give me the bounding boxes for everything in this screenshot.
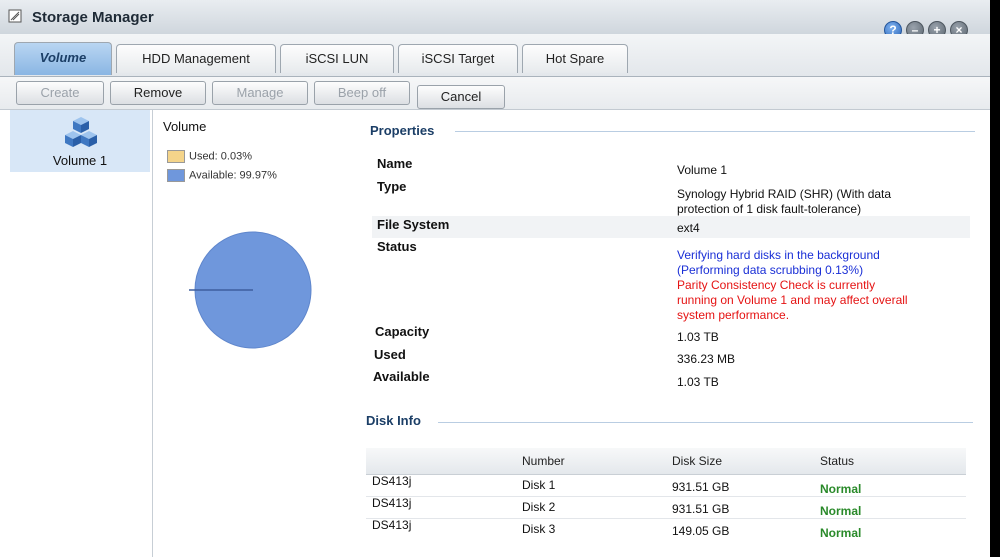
- sidebar-item-volume-1[interactable]: Volume 1: [10, 110, 150, 172]
- file-system-label: File System: [377, 217, 450, 232]
- disk-status: Normal: [820, 526, 862, 540]
- title-bar[interactable]: Storage Manager ? – + ×: [0, 0, 990, 39]
- disk-size: 149.05 GB: [672, 524, 730, 538]
- tab-iscsi-lun[interactable]: iSCSI LUN: [280, 44, 394, 73]
- used-label: Used: [374, 347, 406, 362]
- used-value: 336.23 MB: [677, 352, 736, 366]
- legend-available-label: Available: 99.97%: [189, 169, 277, 182]
- disk-status: Normal: [820, 504, 862, 518]
- disk-size: 931.51 GB: [672, 480, 730, 494]
- volume-usage-chart: Volume Used: 0.03% Available: 99.97%: [153, 110, 353, 557]
- col-header-disk-size[interactable]: Disk Size: [672, 448, 722, 474]
- disk-model: DS413j: [372, 496, 412, 510]
- status-label: Status: [377, 239, 417, 254]
- name-value: Volume 1: [677, 163, 728, 177]
- volume-cubes-icon: [65, 117, 97, 147]
- tab-iscsi-target[interactable]: iSCSI Target: [398, 44, 518, 73]
- disk-model: DS413j: [372, 474, 412, 488]
- row-divider: [366, 518, 966, 519]
- legend-used: Used: 0.03%: [167, 150, 252, 163]
- storage-manager-app-icon: [8, 9, 22, 23]
- available-value: 1.03 TB: [677, 375, 719, 389]
- usage-pie: [189, 231, 312, 349]
- disk-status: Normal: [820, 482, 862, 496]
- disk-size: 931.51 GB: [672, 502, 730, 516]
- status-verify-line-2: (Performing data scrubbing 0.13%): [677, 263, 864, 277]
- file-system-value: ext4: [677, 221, 700, 235]
- remove-button[interactable]: Remove: [110, 81, 206, 105]
- disk-model: DS413j: [372, 518, 412, 532]
- status-verify-line-1: Verifying hard disks in the background: [677, 248, 880, 262]
- properties-divider: [455, 131, 975, 132]
- legend-used-label: Used: 0.03%: [189, 150, 252, 163]
- tab-volume[interactable]: Volume: [14, 42, 112, 75]
- toolbar: Create Remove Manage Beep off Cancel: [0, 77, 990, 110]
- status-parity-line-2: running on Volume 1 and may affect overa…: [677, 293, 908, 307]
- disk-info-divider: [438, 422, 973, 423]
- status-value: Verifying hard disks in the background (…: [677, 248, 967, 323]
- disk-number: Disk 1: [522, 478, 556, 492]
- type-value: Synology Hybrid RAID (SHR) (With data pr…: [677, 187, 967, 217]
- capacity-label: Capacity: [375, 324, 430, 339]
- type-value-line-2: protection of 1 disk fault-tolerance): [677, 202, 862, 216]
- capacity-value: 1.03 TB: [677, 330, 719, 344]
- window-title: Storage Manager: [32, 9, 154, 26]
- legend-available: Available: 99.97%: [167, 169, 277, 182]
- row-divider: [366, 496, 966, 497]
- type-value-line-1: Synology Hybrid RAID (SHR) (With data: [677, 187, 892, 201]
- legend-available-swatch: [167, 169, 185, 182]
- available-label: Available: [373, 369, 430, 384]
- sidebar-item-label: Volume 1: [52, 153, 108, 168]
- type-label: Type: [377, 179, 407, 194]
- legend-used-swatch: [167, 150, 185, 163]
- tab-hot-spare[interactable]: Hot Spare: [522, 44, 628, 73]
- col-header-number[interactable]: Number: [522, 448, 565, 474]
- tab-hdd-management[interactable]: HDD Management: [116, 44, 276, 73]
- tab-bar: Volume HDD Management iSCSI LUN iSCSI Ta…: [0, 34, 990, 77]
- create-button[interactable]: Create: [16, 81, 104, 105]
- status-parity-line-1: Parity Consistency Check is currently: [677, 278, 876, 292]
- disk-number: Disk 2: [522, 500, 556, 514]
- volume-list: Volume 1: [0, 110, 153, 557]
- status-parity-line-3: system performance.: [677, 308, 790, 322]
- disk-info-heading: Disk Info: [366, 413, 421, 428]
- properties-heading: Properties: [370, 123, 435, 138]
- beep-off-button[interactable]: Beep off: [314, 81, 410, 105]
- disk-table-header: [366, 448, 966, 475]
- cancel-button[interactable]: Cancel: [417, 85, 505, 109]
- name-label: Name: [377, 156, 413, 171]
- storage-manager-window: Storage Manager ? – + × Volume HDD Manag…: [0, 0, 990, 557]
- col-header-status[interactable]: Status: [820, 448, 854, 474]
- manage-button[interactable]: Manage: [212, 81, 308, 105]
- chart-title: Volume: [163, 119, 207, 134]
- disk-number: Disk 3: [522, 522, 556, 536]
